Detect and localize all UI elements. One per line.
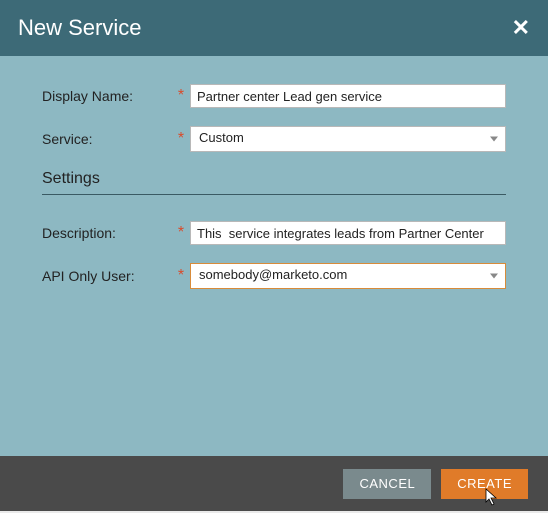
row-api-only-user: API Only User: * somebody@marketo.com [42, 263, 506, 289]
input-display-name[interactable] [190, 84, 506, 108]
dialog-titlebar: New Service ✕ [0, 0, 548, 56]
required-icon: * [174, 130, 188, 148]
row-description: Description: * [42, 221, 506, 245]
label-api-only-user: API Only User: [42, 268, 174, 284]
label-service: Service: [42, 131, 174, 147]
select-api-only-user[interactable]: somebody@marketo.com [190, 263, 506, 289]
required-icon: * [174, 87, 188, 105]
label-description: Description: [42, 225, 174, 241]
label-display-name: Display Name: [42, 88, 174, 104]
close-icon[interactable]: ✕ [512, 17, 530, 39]
select-service-value: Custom [190, 126, 506, 152]
settings-heading: Settings [42, 170, 506, 195]
cancel-button[interactable]: CANCEL [343, 469, 431, 499]
select-api-only-user-value: somebody@marketo.com [190, 263, 506, 289]
new-service-dialog: New Service ✕ Display Name: * Service: *… [0, 0, 548, 511]
input-description[interactable] [190, 221, 506, 245]
dialog-content: Display Name: * Service: * Custom Settin… [0, 56, 548, 456]
select-service[interactable]: Custom [190, 126, 506, 152]
create-button[interactable]: CREATE [441, 469, 528, 499]
required-icon: * [174, 224, 188, 242]
dialog-footer: CANCEL CREATE [0, 456, 548, 511]
dialog-title: New Service [18, 15, 141, 41]
row-display-name: Display Name: * [42, 84, 506, 108]
row-service: Service: * Custom [42, 126, 506, 152]
required-icon: * [174, 267, 188, 285]
